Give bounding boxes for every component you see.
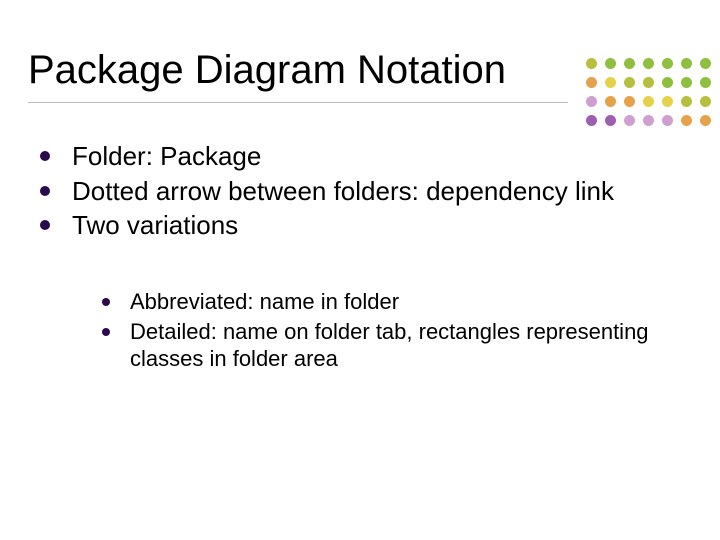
dot-icon: [624, 58, 635, 69]
dot-icon: [624, 115, 635, 126]
dot-icon: [662, 77, 673, 88]
dot-icon: [662, 96, 673, 107]
list-item: Folder: Package: [40, 140, 680, 173]
dot-icon: [586, 77, 597, 88]
dot-icon: [643, 115, 654, 126]
dot-icon: [662, 115, 673, 126]
dot-icon: [605, 115, 616, 126]
bullet-icon: [40, 186, 50, 196]
dot-icon: [681, 58, 692, 69]
dot-icon: [586, 96, 597, 107]
bullet-icon: [102, 328, 110, 336]
title-underline: [28, 102, 568, 103]
dot-icon: [605, 58, 616, 69]
dot-icon: [700, 115, 711, 126]
list-item-text: Detailed: name on folder tab, rectangles…: [130, 318, 680, 373]
dot-icon: [700, 77, 711, 88]
main-bullet-list: Folder: Package Dotted arrow between fol…: [40, 140, 680, 244]
dot-icon: [624, 96, 635, 107]
bullet-icon: [40, 151, 50, 161]
dot-icon: [662, 58, 673, 69]
sub-bullet-list: Abbreviated: name in folder Detailed: na…: [102, 288, 680, 375]
dot-icon: [643, 77, 654, 88]
slide: Package Diagram Notation Folder: Package…: [0, 0, 720, 540]
list-item-text: Abbreviated: name in folder: [130, 288, 680, 316]
dot-icon: [605, 96, 616, 107]
list-item: Abbreviated: name in folder: [102, 288, 680, 316]
bullet-icon: [40, 220, 50, 230]
dot-icon: [681, 115, 692, 126]
dot-icon: [624, 77, 635, 88]
list-item-text: Two variations: [72, 209, 680, 242]
dot-icon: [586, 58, 597, 69]
bullet-icon: [102, 298, 110, 306]
dot-icon: [681, 77, 692, 88]
dot-icon: [700, 58, 711, 69]
dot-icon: [643, 96, 654, 107]
decorative-dot-grid: [586, 58, 716, 129]
dot-icon: [605, 77, 616, 88]
dot-icon: [681, 96, 692, 107]
list-item: Dotted arrow between folders: dependency…: [40, 175, 680, 208]
list-item-text: Folder: Package: [72, 140, 680, 173]
list-item: Two variations: [40, 209, 680, 242]
list-item-text: Dotted arrow between folders: dependency…: [72, 175, 680, 208]
dot-icon: [643, 58, 654, 69]
dot-icon: [586, 115, 597, 126]
list-item: Detailed: name on folder tab, rectangles…: [102, 318, 680, 373]
slide-title: Package Diagram Notation: [28, 48, 506, 92]
dot-icon: [700, 96, 711, 107]
